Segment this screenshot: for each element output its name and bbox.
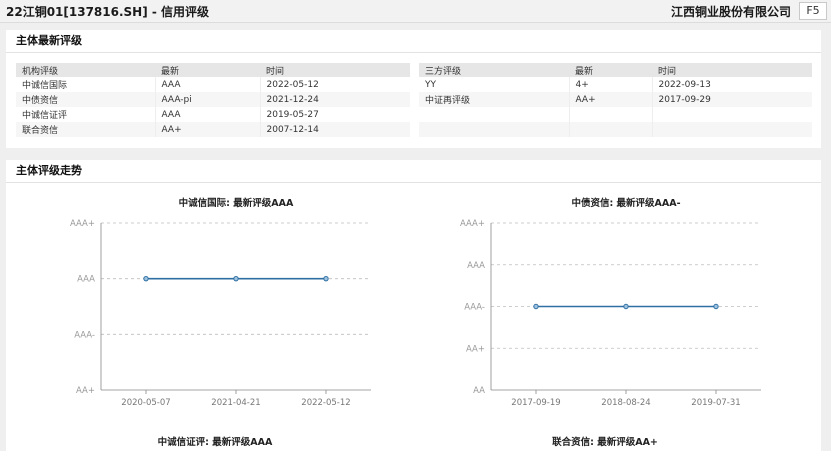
x-tick-label: 2017-09-19	[511, 398, 560, 408]
table-row	[419, 107, 812, 122]
agency-ratings-table: 机构评级 最新 时间 中诚信国际 AAA 2022-05-12 中债资信 AAA…	[16, 63, 410, 137]
y-tick-label: AA+	[76, 386, 95, 396]
rating-chart: 中债资信: 最新评级AAA- AA AA+ AAA- AAA AAA+ 2017-09-1…	[436, 195, 806, 425]
data-point	[533, 303, 539, 310]
rating-date: 2007-12-14	[260, 122, 410, 137]
rating-value	[569, 122, 653, 137]
rating-value	[569, 107, 653, 122]
y-tick-label: AAA-	[464, 303, 485, 313]
rating-date: 2022-09-13	[658, 79, 711, 90]
rating-value: 4+	[569, 77, 653, 92]
data-point	[713, 303, 719, 310]
rating-date: 2022-05-12	[266, 79, 319, 90]
rater-name	[419, 122, 570, 137]
table-row[interactable]: 中债资信 AAA-pi 2021-12-24	[16, 92, 410, 107]
table-row[interactable]: 中诚信证评 AAA 2019-05-27	[16, 107, 410, 122]
table-header-row: 机构评级 最新 时间	[16, 63, 410, 77]
y-tick-label: AAA	[467, 261, 485, 271]
chart-plot: AA+ AAA- AAA AAA+ 2020-05-07 2021-04-21 2022-0…	[70, 219, 371, 408]
y-tick-label: AAA+	[460, 219, 485, 229]
table-header-row: 三方评级 最新 时间	[419, 63, 812, 77]
table-row[interactable]: 联合资信 AA+ 2007-12-14	[16, 122, 410, 137]
f5-refresh-button[interactable]: F5	[799, 2, 827, 20]
rating-date	[652, 122, 812, 137]
y-tick-label: AA	[473, 386, 485, 396]
data-point	[143, 275, 149, 282]
agency-name: 联合资信	[16, 122, 156, 137]
table-row[interactable]: 中证再评级 AA+ 2017-09-29	[419, 92, 812, 107]
latest-ratings-panel: 主体最新评级 机构评级 最新 时间 中诚信国际 AAA 2022-05-12 中…	[6, 30, 821, 148]
y-tick-label: AAA+	[70, 219, 95, 229]
latest-ratings-heading: 主体最新评级	[6, 30, 821, 53]
rating-date	[652, 107, 812, 122]
y-tick-label: AAA-	[74, 330, 95, 340]
column-header[interactable]: 时间	[652, 63, 812, 77]
rating-value: AAA	[155, 107, 261, 122]
table-row[interactable]: YY 4+ 2022-09-13	[419, 77, 812, 92]
agency-name: 中诚信证评	[16, 107, 156, 122]
rater-name: YY	[419, 77, 570, 92]
company-name[interactable]: 江西铜业股份有限公司	[671, 3, 791, 20]
x-tick-label: 2019-07-31	[691, 398, 740, 408]
data-point	[323, 275, 329, 282]
x-tick-label: 2022-05-12	[301, 398, 350, 408]
chart-title: 中诚信证评: 最新评级AAA	[157, 437, 273, 448]
data-point	[623, 303, 629, 310]
rating-value: AA+	[155, 122, 261, 137]
rating-date: 2019-05-27	[266, 109, 319, 120]
table-row	[419, 122, 812, 137]
agency-name: 中债资信	[16, 92, 156, 107]
y-tick-label: AAA	[77, 275, 95, 285]
y-tick-label: AA+	[466, 344, 485, 354]
column-header[interactable]: 机构评级	[16, 63, 155, 77]
x-tick-label: 2020-05-07	[121, 398, 170, 408]
rating-date: 2017-09-29	[652, 92, 812, 107]
column-header[interactable]: 最新	[569, 63, 652, 77]
x-tick-label: 2021-04-21	[211, 398, 260, 408]
chart-plot: AA AA+ AAA- AAA AAA+ 2017-09-19 2018-08-24 2019…	[460, 219, 761, 408]
agency-name: 中诚信国际	[16, 77, 156, 92]
column-header[interactable]: 最新	[155, 63, 260, 77]
rating-trend-panel: 主体评级走势 中诚信国际: 最新评级AAA AA+ AAA- AAA AAA+ 2020…	[6, 160, 821, 451]
table-row[interactable]: 中诚信国际 AAA 2022-05-12	[16, 77, 410, 92]
rating-date: 2021-12-24	[260, 92, 410, 107]
rating-trend-heading: 主体评级走势	[6, 160, 821, 183]
rating-chart: 中诚信国际: 最新评级AAA AA+ AAA- AAA AAA+ 2020-05-07 2…	[46, 195, 416, 425]
chart-title: 联合资信: 最新评级AA+	[552, 437, 658, 448]
data-point	[233, 275, 239, 282]
rater-name	[419, 107, 570, 122]
rating-value: AA+	[569, 92, 653, 107]
document-title: 22江铜01[137816.SH] - 信用评级	[6, 5, 210, 19]
column-header[interactable]: 时间	[260, 63, 410, 77]
rater-name: 中证再评级	[419, 92, 570, 107]
x-tick-label: 2018-08-24	[601, 398, 650, 408]
rating-value: AAA	[155, 77, 261, 92]
third-party-ratings-table: 三方评级 最新 时间 YY 4+ 2022-09-13 中证再评级 AA+ 20…	[419, 63, 812, 137]
column-header[interactable]: 三方评级	[419, 63, 569, 77]
title-bar: 22江铜01[137816.SH] - 信用评级 江西铜业股份有限公司 F5	[0, 0, 831, 23]
rating-value: AAA-pi	[155, 92, 261, 107]
